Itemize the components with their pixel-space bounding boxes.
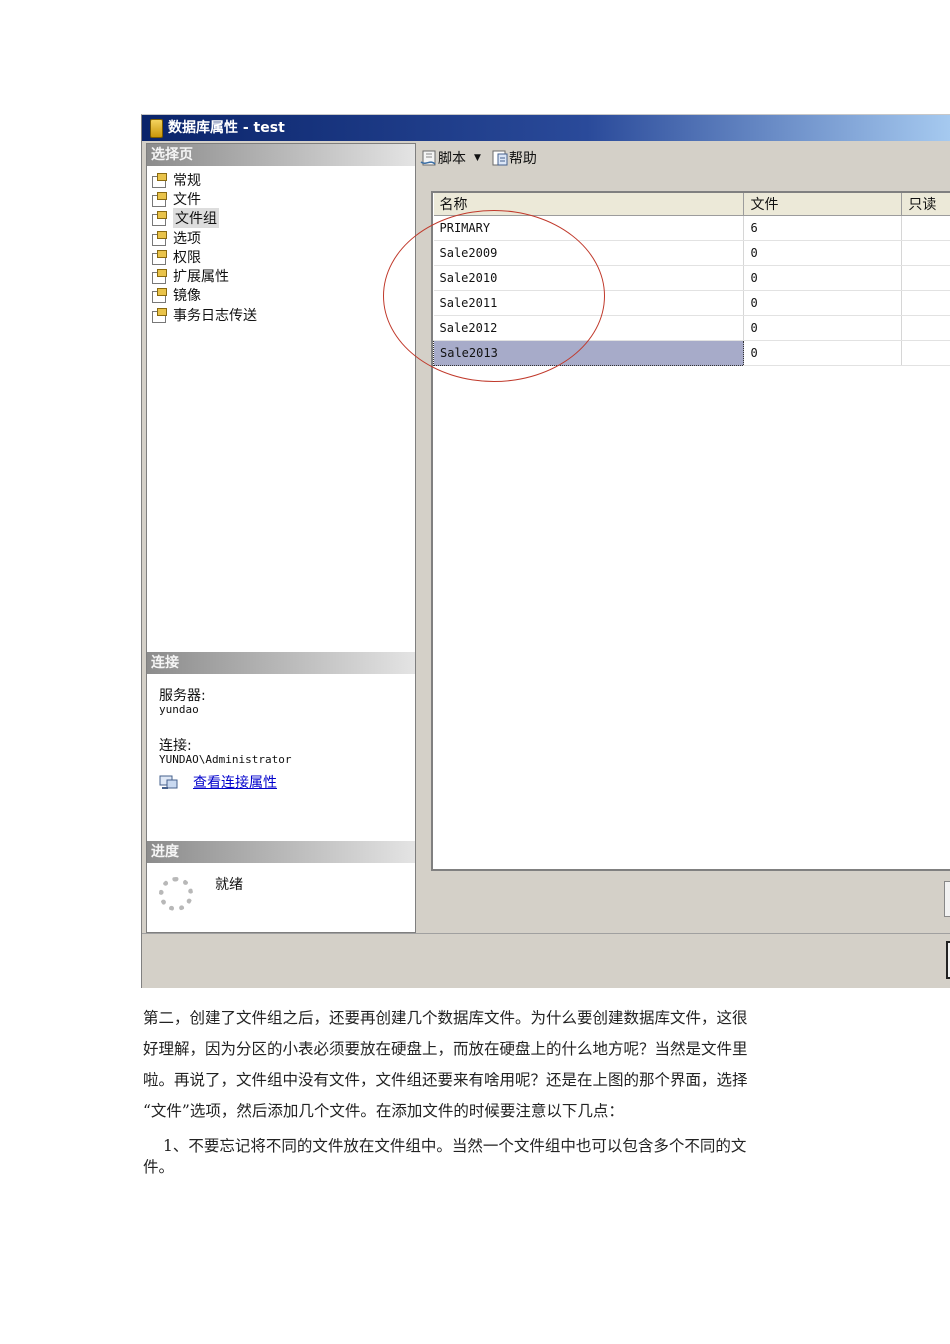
nav-item-label: 扩展属性	[173, 269, 229, 286]
nav-item-general[interactable]: 常规	[151, 170, 257, 189]
script-button[interactable]: 脚本	[420, 148, 466, 168]
cell-readonly[interactable]	[901, 240, 950, 266]
page-icon	[151, 249, 167, 265]
connection-header: 连接	[147, 652, 415, 674]
page-icon	[151, 172, 167, 188]
paragraph-line: 好理解，因为分区的小表必须要放在硬盘上，而放在硬盘上的什么地方呢？当然是文件里	[143, 1040, 748, 1058]
help-button-label: 帮助	[508, 151, 537, 167]
column-header-files[interactable]: 文件	[743, 193, 903, 216]
connection-properties-icon	[159, 775, 178, 789]
server-value: yundao	[159, 703, 199, 716]
page-icon	[151, 288, 167, 304]
bottom-button-bar	[142, 933, 950, 988]
database-icon	[150, 119, 163, 138]
select-page-header: 选择页	[147, 144, 415, 166]
page-icon	[151, 269, 167, 285]
window-title: 数据库属性 - test	[168, 120, 285, 136]
nav-item-label: 文件	[173, 191, 201, 208]
help-button[interactable]: 帮助	[491, 148, 537, 168]
page-icon	[151, 230, 167, 246]
nav-item-label: 常规	[173, 172, 201, 189]
body-paragraph-1: 第二，创建了文件组之后，还要再创建几个数据库文件。为什么要创建数据库文件，这很 …	[143, 1008, 809, 1132]
progress-spinner-icon	[159, 877, 193, 911]
cell-files[interactable]: 0	[743, 290, 903, 316]
nav-item-label: 镜像	[173, 288, 201, 305]
nav-item-label: 事务日志传送	[173, 307, 257, 324]
nav-item-files[interactable]: 文件	[151, 189, 257, 208]
script-dropdown-icon[interactable]: ▼	[474, 153, 481, 163]
title-bar[interactable]: 数据库属性 - test	[142, 115, 950, 141]
nav-item-extended-properties[interactable]: 扩展属性	[151, 266, 257, 285]
cell-files[interactable]: 0	[743, 315, 903, 341]
cell-files[interactable]: 0	[743, 340, 903, 366]
script-button-label: 脚本	[438, 151, 466, 167]
cell-readonly[interactable]	[901, 215, 950, 241]
server-label: 服务器:	[159, 688, 206, 704]
nav-item-label: 文件组	[173, 208, 219, 229]
help-icon	[492, 150, 508, 166]
toolbar: 脚本 ▼ 帮助	[418, 143, 950, 173]
cell-readonly[interactable]	[901, 265, 950, 291]
paragraph-line: 啦。再说了，文件组中没有文件，文件组还要来有啥用呢？还是在上图的那个界面，选择	[143, 1071, 748, 1089]
nav-item-filegroups[interactable]: 文件组	[151, 208, 257, 229]
left-pane: 选择页 常规 文件 文件组 选项 权限 扩展属性 镜像 事务日志传送 连接 服务…	[146, 143, 416, 933]
cell-files[interactable]: 6	[743, 215, 903, 241]
ok-button-partial[interactable]	[946, 941, 950, 979]
add-button-partial[interactable]	[944, 881, 950, 917]
page-icon	[151, 211, 167, 227]
page-icon	[151, 191, 167, 207]
cell-readonly[interactable]	[901, 315, 950, 341]
cell-readonly[interactable]	[901, 290, 950, 316]
view-connection-properties-link[interactable]: 查看连接属性	[193, 772, 277, 792]
page-nav: 常规 文件 文件组 选项 权限 扩展属性 镜像 事务日志传送	[151, 170, 257, 324]
script-icon	[420, 150, 436, 166]
paragraph-line: 1、不要忘记将不同的文件放在文件组中。当然一个文件组中也可以包含多个不同的文	[163, 1137, 747, 1155]
paragraph-line: “文件”选项，然后添加几个文件。在添加文件的时候要注意以下几点：	[143, 1102, 624, 1120]
nav-item-options[interactable]: 选项	[151, 228, 257, 247]
progress-header: 进度	[147, 841, 415, 863]
nav-item-log-shipping[interactable]: 事务日志传送	[151, 305, 257, 324]
cell-readonly[interactable]	[901, 340, 950, 366]
view-connection-row: 查看连接属性	[159, 772, 277, 792]
nav-item-label: 选项	[173, 230, 201, 247]
progress-status: 就绪	[215, 877, 243, 893]
nav-item-label: 权限	[173, 249, 201, 266]
cell-files[interactable]: 0	[743, 265, 903, 291]
nav-item-mirroring[interactable]: 镜像	[151, 286, 257, 305]
red-annotation-circle	[383, 210, 605, 382]
body-paragraph-2: 1、不要忘记将不同的文件放在文件组中。当然一个文件组中也可以包含多个不同的文 件…	[143, 1136, 809, 1178]
page-icon	[151, 307, 167, 323]
nav-item-permissions[interactable]: 权限	[151, 247, 257, 266]
paragraph-line: 第二，创建了文件组之后，还要再创建几个数据库文件。为什么要创建数据库文件，这很	[143, 1009, 748, 1027]
cell-files[interactable]: 0	[743, 240, 903, 266]
paragraph-line: 件。	[143, 1158, 175, 1176]
connection-label: 连接:	[159, 738, 192, 754]
connection-value: YUNDAO\Administrator	[159, 753, 292, 766]
column-header-readonly[interactable]: 只读	[901, 193, 950, 216]
